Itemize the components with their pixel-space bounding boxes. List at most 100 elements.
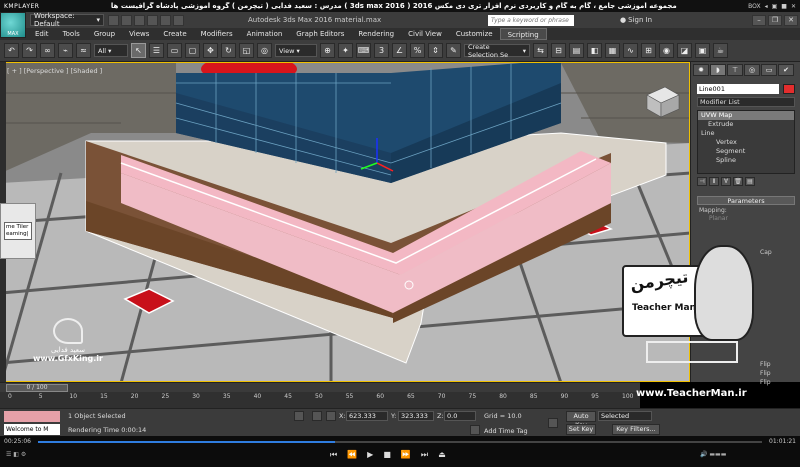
- angle-snap-icon[interactable]: ∠: [392, 43, 407, 58]
- isolate-icon[interactable]: [312, 411, 322, 421]
- named-selection-set-dropdown[interactable]: Create Selection Se ▾: [464, 43, 530, 59]
- stack-item-line[interactable]: Line: [698, 129, 794, 138]
- maximize-button[interactable]: ❐: [768, 14, 782, 26]
- move-icon[interactable]: ✥: [203, 43, 218, 58]
- link-icon[interactable]: ∞: [40, 43, 55, 58]
- player-menu-icon[interactable]: ☰ ◧ ⚙: [6, 451, 26, 458]
- ribbon-icon[interactable]: ▦: [605, 43, 620, 58]
- stack-item-uvw-map[interactable]: UVW Map: [698, 111, 794, 120]
- viewport-label[interactable]: [ + ] [Perspective ] [Shaded ]: [7, 67, 102, 75]
- unlink-icon[interactable]: ⌁: [58, 43, 73, 58]
- menu-customize[interactable]: Customize: [449, 28, 500, 40]
- create-tab-icon[interactable]: ✹: [693, 64, 709, 76]
- x-coordinate-field[interactable]: 623.333: [346, 411, 388, 421]
- redo-icon[interactable]: ↷: [22, 43, 37, 58]
- stack-item-spline[interactable]: Spline: [698, 156, 794, 165]
- track-bar[interactable]: 0 5 10 15 20 25 30 35 40 45 50 55 60 65 70 75 80 85 90 95 10…: [0, 392, 640, 408]
- set-key-button[interactable]: Set Key: [566, 424, 596, 435]
- menu-edit[interactable]: Edit: [28, 28, 56, 40]
- workspace-dropdown[interactable]: Workspace: Default ▾: [30, 12, 104, 28]
- redo-icon[interactable]: [160, 14, 171, 26]
- remove-modifier-icon[interactable]: 🗑: [733, 177, 743, 186]
- lock-selection-icon[interactable]: [294, 411, 304, 421]
- rectangular-selection-icon[interactable]: ▭: [167, 43, 182, 58]
- menu-graph-editors[interactable]: Graph Editors: [289, 28, 351, 40]
- configure-sets-icon[interactable]: ▤: [745, 177, 755, 186]
- show-end-result-icon[interactable]: Ⅱ: [709, 177, 719, 186]
- modify-tab-icon[interactable]: ◗: [710, 64, 726, 76]
- player-back-button[interactable]: ◂: [765, 3, 768, 10]
- maxscript-listener-mini[interactable]: [4, 411, 60, 422]
- close-button[interactable]: ✕: [784, 14, 798, 26]
- curve-editor-icon[interactable]: ∿: [623, 43, 638, 58]
- sign-in-button[interactable]: ● Sign In: [620, 16, 652, 24]
- volume-icon[interactable]: 🔊 ▬▬▬: [700, 451, 726, 458]
- menu-scripting[interactable]: Scripting: [499, 28, 547, 40]
- open-icon[interactable]: [121, 14, 132, 26]
- select-by-name-icon[interactable]: ☰: [149, 43, 164, 58]
- mirror-icon[interactable]: ⇆: [533, 43, 548, 58]
- render-setup-icon[interactable]: ◪: [677, 43, 692, 58]
- player-close-button[interactable]: ✕: [791, 3, 796, 10]
- motion-tab-icon[interactable]: ◎: [744, 64, 760, 76]
- menu-create[interactable]: Create: [156, 28, 193, 40]
- utilities-tab-icon[interactable]: ✔: [778, 64, 794, 76]
- next-icon[interactable]: ⏭: [421, 450, 428, 460]
- menu-modifiers[interactable]: Modifiers: [194, 28, 240, 40]
- key-mode-dropdown[interactable]: Selected: [598, 411, 652, 421]
- parameters-rollout[interactable]: Parameters: [697, 196, 795, 205]
- undo-icon[interactable]: [147, 14, 158, 26]
- keyboard-shortcut-icon[interactable]: ⌨: [356, 43, 371, 58]
- stack-item-segment[interactable]: Segment: [698, 147, 794, 156]
- menu-tools[interactable]: Tools: [56, 28, 87, 40]
- floating-dialog[interactable]: me Tiler eaming|: [0, 203, 36, 259]
- schematic-view-icon[interactable]: ⊞: [641, 43, 656, 58]
- search-input[interactable]: Type a keyword or phrase: [488, 14, 574, 26]
- time-slider-thumb[interactable]: 0 / 100: [6, 384, 68, 392]
- undo-icon[interactable]: ↶: [4, 43, 19, 58]
- rewind-icon[interactable]: ⏪: [347, 450, 357, 460]
- play-icon[interactable]: ▶: [367, 450, 373, 460]
- maxscript-prompt[interactable]: Welcome to M: [4, 424, 60, 435]
- rendered-frame-icon[interactable]: ▣: [695, 43, 710, 58]
- edit-named-selection-icon[interactable]: ✎: [446, 43, 461, 58]
- key-filters-button[interactable]: Key Filters...: [612, 424, 660, 435]
- select-object-icon[interactable]: ↖: [131, 43, 146, 58]
- make-unique-icon[interactable]: ∀: [721, 177, 731, 186]
- align-icon[interactable]: ⊟: [551, 43, 566, 58]
- menu-views[interactable]: Views: [122, 28, 156, 40]
- percent-snap-icon[interactable]: %: [410, 43, 425, 58]
- time-tag-icon[interactable]: [470, 425, 480, 435]
- y-coordinate-field[interactable]: 323.333: [398, 411, 434, 421]
- minimize-button[interactable]: –: [752, 14, 766, 26]
- auto-key-button[interactable]: Auto Key: [566, 411, 596, 429]
- display-tab-icon[interactable]: ▭: [761, 64, 777, 76]
- object-name-field[interactable]: Line001: [697, 84, 779, 94]
- snaps-toggle-icon[interactable]: 3: [374, 43, 389, 58]
- menu-rendering[interactable]: Rendering: [351, 28, 401, 40]
- menu-animation[interactable]: Animation: [240, 28, 290, 40]
- menu-group[interactable]: Group: [87, 28, 122, 40]
- select-manipulate-icon[interactable]: ✦: [338, 43, 353, 58]
- selection-filter-dropdown[interactable]: All ▾: [94, 44, 128, 57]
- add-time-tag[interactable]: Add Time Tag: [484, 427, 528, 435]
- spinner-snap-icon[interactable]: ⇕: [428, 43, 443, 58]
- render-production-icon[interactable]: ☕: [713, 43, 728, 58]
- material-editor-icon[interactable]: ◉: [659, 43, 674, 58]
- player-stop-button[interactable]: ■: [781, 3, 787, 10]
- window-crossing-icon[interactable]: ▢: [185, 43, 200, 58]
- media-progress-bar[interactable]: [38, 441, 762, 443]
- time-slider[interactable]: 0 / 100: [0, 382, 640, 392]
- rotate-icon[interactable]: ↻: [221, 43, 236, 58]
- key-icon[interactable]: [548, 418, 558, 428]
- z-coordinate-field[interactable]: 0.0: [444, 411, 476, 421]
- stop-icon[interactable]: ■: [383, 450, 391, 460]
- pivot-center-icon[interactable]: ⊕: [320, 43, 335, 58]
- scene-explorer-icon[interactable]: ▤: [569, 43, 584, 58]
- object-color-swatch[interactable]: [783, 84, 795, 94]
- forward-icon[interactable]: ⏩: [401, 450, 411, 460]
- layer-explorer-icon[interactable]: ◧: [587, 43, 602, 58]
- place-icon[interactable]: ◎: [257, 43, 272, 58]
- planar-radio[interactable]: Planar: [709, 215, 800, 222]
- modifier-list-dropdown[interactable]: Modifier List: [697, 97, 795, 107]
